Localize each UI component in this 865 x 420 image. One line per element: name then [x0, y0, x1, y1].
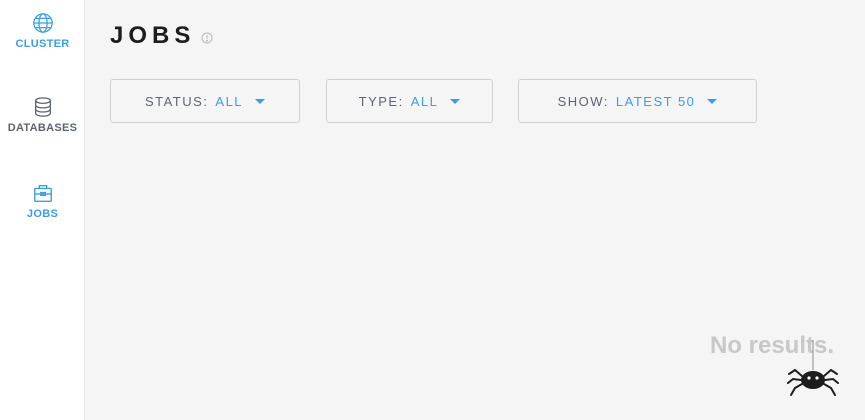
- status-filter-dropdown[interactable]: STATUS: ALL: [110, 79, 300, 123]
- page-title: JOBS: [110, 22, 196, 49]
- type-filter-value: ALL: [410, 93, 439, 109]
- sidebar-item-label: JOBS: [26, 208, 59, 220]
- sidebar: CLUSTER DATABASES JOBS: [0, 0, 85, 420]
- caret-down-icon: [450, 98, 461, 104]
- info-icon[interactable]: [201, 32, 213, 44]
- type-filter-label: TYPE:: [358, 93, 404, 109]
- sidebar-item-cluster[interactable]: CLUSTER: [0, 12, 85, 50]
- sidebar-item-databases[interactable]: DATABASES: [0, 96, 85, 134]
- caret-down-icon: [255, 98, 266, 104]
- sidebar-item-jobs[interactable]: JOBS: [0, 182, 85, 220]
- type-filter-dropdown[interactable]: TYPE: ALL: [326, 79, 493, 123]
- sidebar-item-label: DATABASES: [7, 122, 78, 134]
- briefcase-icon: [33, 184, 52, 202]
- app-root: CLUSTER DATABASES JOBS JOBS STATUS: ALL …: [0, 0, 865, 420]
- show-filter-value: LATEST 50: [615, 93, 696, 109]
- status-filter-value: ALL: [215, 93, 244, 109]
- show-filter-dropdown[interactable]: SHOW: LATEST 50: [518, 79, 757, 123]
- caret-down-icon: [707, 98, 718, 104]
- show-filter-label: SHOW:: [557, 93, 609, 109]
- sidebar-item-label: CLUSTER: [15, 38, 70, 50]
- globe-icon: [32, 13, 53, 33]
- main-content: JOBS STATUS: ALL TYPE: ALL SHOW: LATEST …: [85, 0, 865, 420]
- spider-icon: [787, 340, 839, 396]
- status-filter-label: STATUS:: [144, 93, 209, 109]
- database-icon: [34, 97, 51, 117]
